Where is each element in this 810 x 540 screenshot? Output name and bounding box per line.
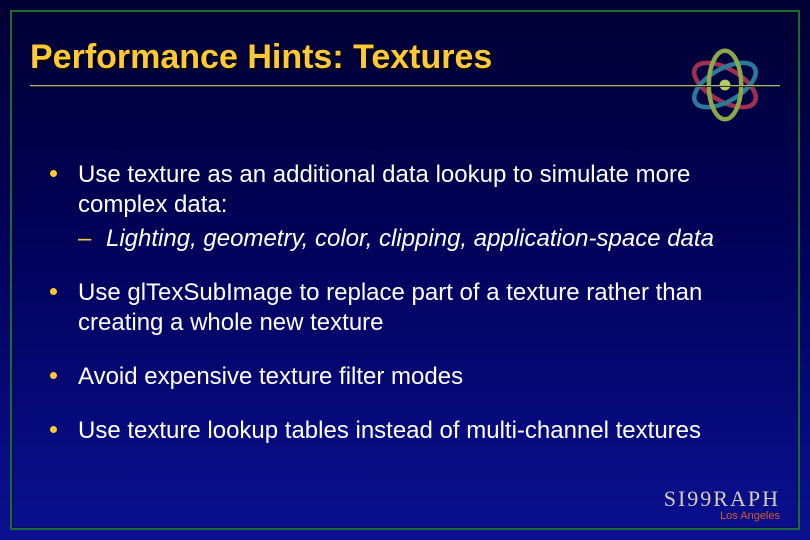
bullet-text: Use texture as an additional data lookup… [78, 161, 690, 218]
sub-bullet-text: Lighting, geometry, color, clipping, app… [106, 225, 714, 252]
slide-title: Performance Hints: Textures [30, 38, 780, 79]
bullet-item: Use glTexSubImage to replace part of a t… [50, 278, 760, 338]
slide-header: Performance Hints: Textures [30, 38, 780, 87]
bullet-text: Use glTexSubImage to replace part of a t… [78, 279, 702, 336]
bullet-dot-icon [50, 288, 57, 295]
sub-dash-icon: – [78, 224, 91, 254]
slide-footer: SI99RAPH Los Angeles [664, 486, 780, 522]
bullet-item: Use texture lookup tables instead of mul… [50, 416, 760, 446]
bullet-item: Avoid expensive texture filter modes [50, 362, 760, 392]
footer-brand: SI99RAPH [664, 486, 780, 512]
bullet-item: Use texture as an additional data lookup… [50, 160, 760, 254]
bullet-dot-icon [50, 426, 57, 433]
sub-bullet-item: – Lighting, geometry, color, clipping, a… [78, 224, 760, 254]
bullet-dot-icon [50, 372, 57, 379]
bullet-dot-icon [50, 170, 57, 177]
title-underline [30, 85, 780, 87]
bullet-text: Avoid expensive texture filter modes [78, 363, 463, 390]
slide-body: Use texture as an additional data lookup… [50, 160, 760, 470]
bullet-text: Use texture lookup tables instead of mul… [78, 417, 701, 444]
